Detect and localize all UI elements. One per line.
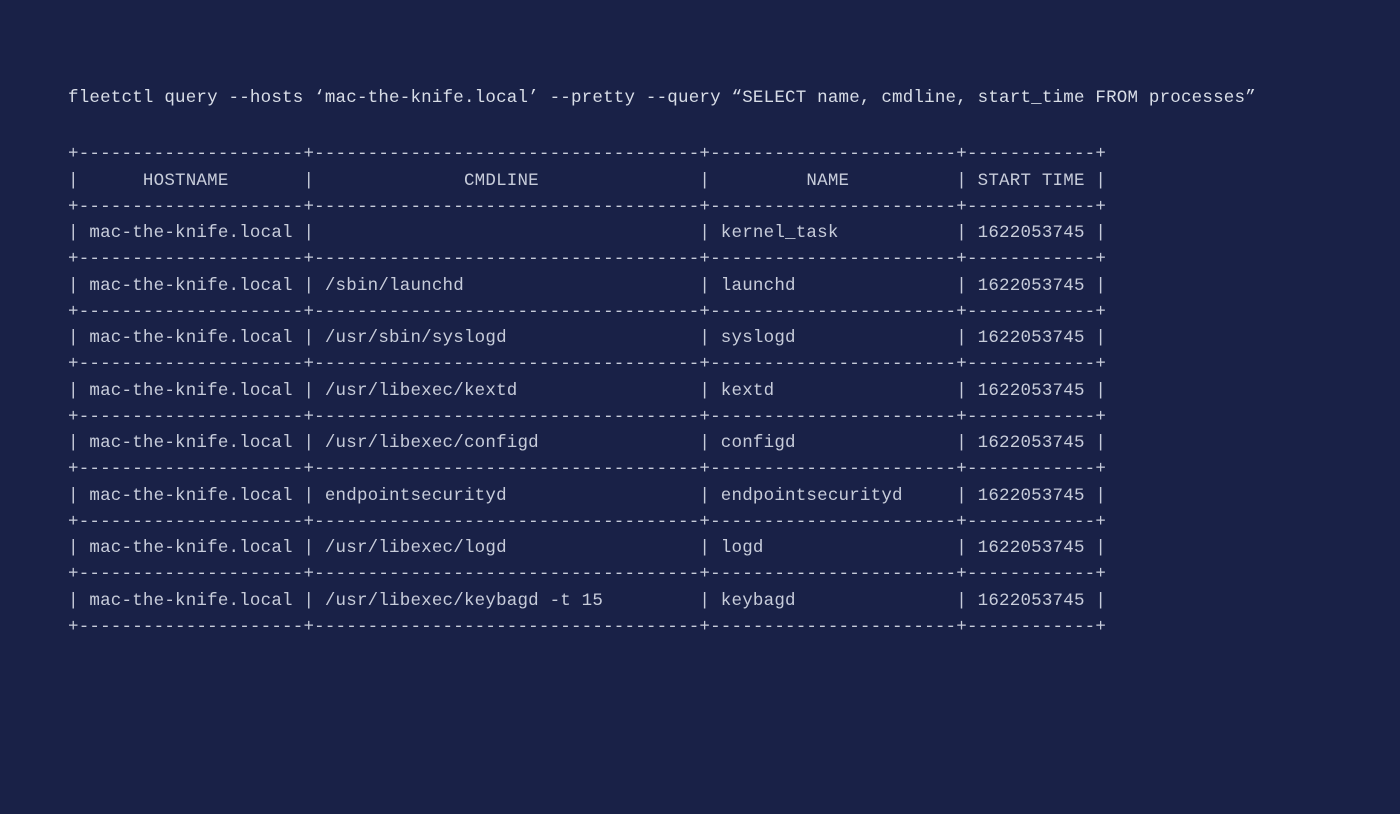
command-line: fleetctl query --hosts ‘mac-the-knife.lo… bbox=[68, 85, 1328, 111]
command-text: fleetctl query --hosts ‘mac-the-knife.lo… bbox=[68, 88, 1256, 108]
ascii-table: +---------------------+-----------------… bbox=[68, 141, 1332, 640]
